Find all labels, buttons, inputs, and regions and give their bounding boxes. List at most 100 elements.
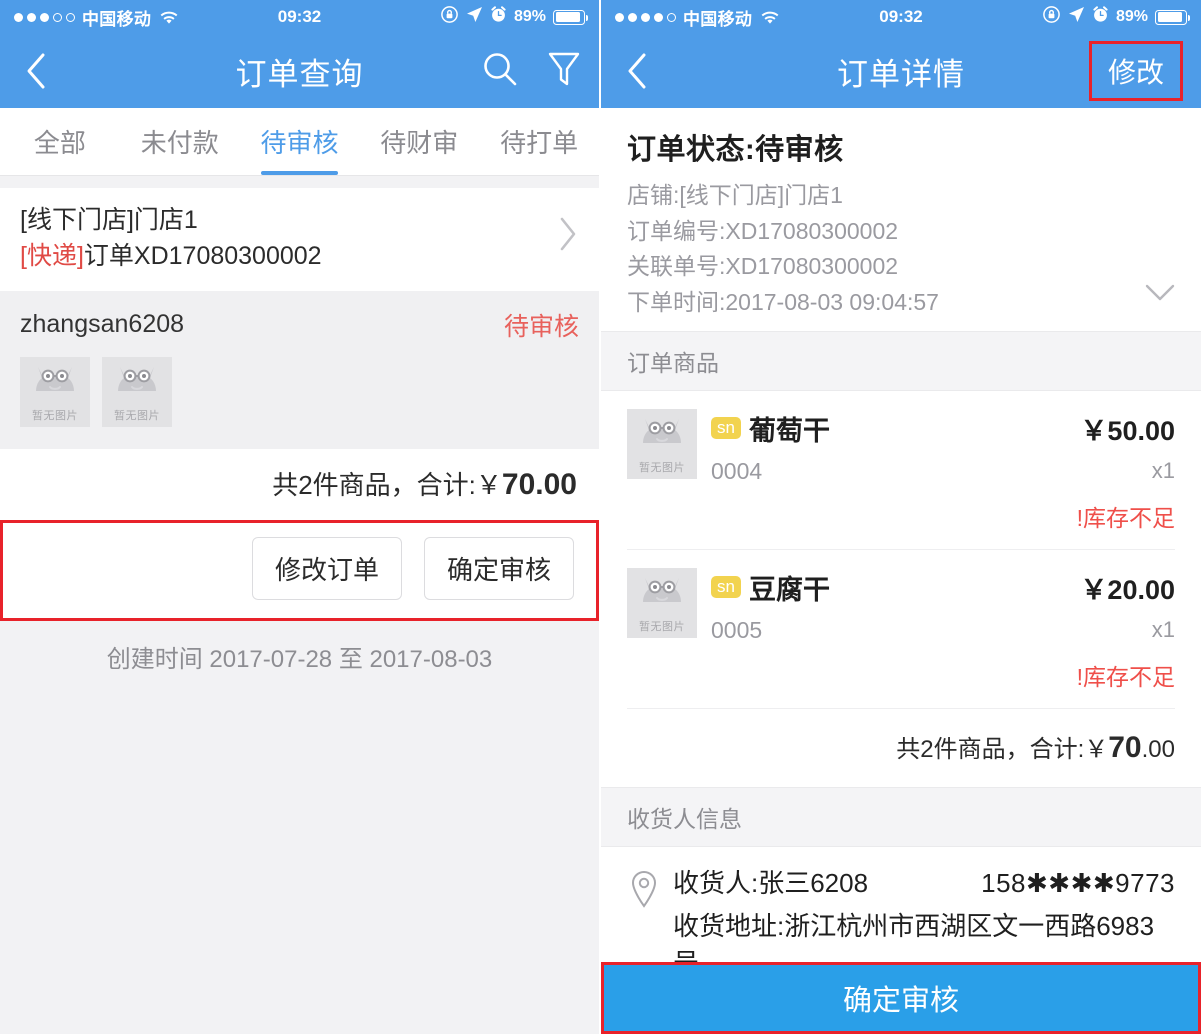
goods-total-prefix: 共2件商品，合计:￥: [896, 735, 1109, 763]
placeholder-face-icon: [627, 574, 697, 608]
chevron-right-icon[interactable]: [547, 216, 579, 260]
tab-label: 待财审: [380, 128, 459, 158]
confirm-review-cta-button[interactable]: 确定审核: [604, 965, 1198, 1031]
signal-strength-icon: [615, 12, 676, 22]
nav-actions: 修改: [1088, 41, 1183, 101]
goods-stock-warning: !库存不足: [1076, 504, 1175, 531]
goods-total-summary: 共2件商品，合计:￥70.00: [601, 709, 1201, 787]
status-bar-left: 中国移动 09:32 89%: [0, 0, 599, 34]
tab-unpaid[interactable]: 未付款: [120, 108, 240, 175]
nav-actions: [481, 50, 581, 93]
goods-price-block: ￥20.00 x1: [1080, 568, 1175, 644]
tab-label: 待打单: [500, 128, 579, 158]
alarm-clock-icon: [1092, 6, 1109, 28]
meta-related-number: 关联单号:XD17080300002: [627, 253, 899, 280]
rotation-lock-icon: [440, 5, 459, 29]
goods-row[interactable]: 暂无图片 sn 葡萄干 0004 ￥50.00 x1: [601, 391, 1201, 485]
no-image-placeholder-icon: 暂无图片: [627, 567, 697, 638]
alarm-clock-icon: [490, 6, 507, 28]
created-time-range: 创建时间 2017-07-28 至 2017-08-03: [0, 620, 599, 694]
order-meta-list: 店铺:[线下门店]门店1 订单编号:XD17080300002 关联单号:XD1…: [627, 178, 1175, 321]
back-button[interactable]: [619, 53, 655, 89]
order-status-tabs: 全部 未付款 待审核 待财审 待打单: [0, 108, 599, 176]
status-bar-right: 中国移动 09:32 89%: [601, 0, 1201, 34]
order-total-prefix: 共2件商品，合计:: [272, 469, 476, 500]
receiver-name-row: 收货人:张三6208 158✱✱✱✱9773: [673, 863, 1175, 900]
meta-order-number: 订单编号:XD17080300002: [627, 217, 899, 244]
sn-badge: sn: [711, 417, 741, 440]
goods-title-line: sn 葡萄干: [711, 409, 1080, 448]
receiver-phone: 158✱✱✱✱9773: [981, 867, 1175, 898]
goods-quantity: x1: [1151, 616, 1175, 642]
goods-price: ￥50.00: [1080, 415, 1175, 446]
order-actions-highlight-box: 修改订单 确定审核: [0, 519, 599, 621]
edit-order-button[interactable]: 修改订单: [251, 536, 402, 600]
order-buyer-block: zhangsan6208 待审核 暂无图片 暂无图片: [0, 290, 599, 449]
chevron-down-icon[interactable]: [1145, 278, 1175, 309]
tab-content-spacer: [0, 176, 599, 188]
filter-icon[interactable]: [547, 50, 581, 93]
product-thumbnails: 暂无图片 暂无图片: [20, 356, 579, 427]
goods-main: sn 豆腐干 0005: [697, 568, 1080, 644]
order-header[interactable]: [线下门店]门店1 [快递]订单XD17080300002: [0, 188, 599, 291]
carrier-label: 中国移动: [683, 9, 753, 29]
order-list-item[interactable]: [线下门店]门店1 [快递]订单XD17080300002 zhangsan62…: [0, 188, 599, 621]
tab-label: 未付款: [140, 128, 219, 158]
no-image-placeholder-icon: 暂无图片: [627, 408, 697, 479]
goods-name: 豆腐干: [748, 574, 830, 605]
goods-total-major: 70: [1108, 730, 1142, 764]
nav-bar-right: 订单详情 修改: [601, 34, 1201, 108]
order-action-buttons: 修改订单 确定审核: [3, 523, 596, 618]
tab-pending-review[interactable]: 待审核: [240, 108, 360, 175]
section-header-receiver: 收货人信息: [601, 786, 1201, 847]
tab-label: 全部: [33, 128, 86, 158]
list-empty-area: [0, 693, 599, 1034]
meta-order-time: 下单时间:2017-08-03 09:04:57: [627, 288, 939, 315]
order-query-screen: 中国移动 09:32 89% 订单查询 全部 未付款 待审核 待财审 待打单 […: [0, 0, 601, 1034]
goods-code: 0005: [711, 616, 763, 643]
no-image-placeholder-icon[interactable]: 暂无图片: [102, 356, 172, 427]
placeholder-face-icon: [102, 363, 172, 397]
meta-shop: 店铺:[线下门店]门店1: [627, 182, 843, 208]
no-image-placeholder-icon[interactable]: 暂无图片: [20, 356, 90, 427]
goods-quantity: x1: [1151, 457, 1175, 483]
battery-percent-label: 89%: [1115, 8, 1148, 25]
nav-bar-left: 订单查询: [0, 34, 599, 108]
tab-pending-finance[interactable]: 待财审: [359, 108, 479, 175]
back-button[interactable]: [18, 53, 54, 89]
tab-pending-print[interactable]: 待打单: [479, 108, 599, 175]
battery-icon: [1155, 9, 1190, 25]
location-arrow-icon: [466, 6, 483, 28]
sn-badge: sn: [711, 576, 741, 599]
goods-main: sn 葡萄干 0004: [697, 409, 1080, 485]
order-total-currency: ￥: [475, 469, 502, 500]
dual-screenshot-container: 中国移动 09:32 89% 订单查询 全部 未付款 待审核 待财审 待打单 […: [0, 0, 1203, 1034]
goods-price: ￥20.00: [1080, 574, 1175, 605]
buyer-row: zhangsan6208 待审核: [20, 301, 579, 357]
status-bar-right-group: 89%: [1042, 5, 1190, 29]
shop-name: [线下门店]门店1: [20, 206, 198, 234]
order-total-summary: 共2件商品，合计:￥70.00: [0, 448, 599, 520]
tab-all[interactable]: 全部: [0, 108, 120, 175]
confirm-review-button[interactable]: 确定审核: [423, 536, 574, 600]
goods-stock-warning: !库存不足: [1076, 663, 1175, 690]
express-tag: [快递]: [20, 242, 84, 271]
status-bar-left-group: 中国移动: [14, 5, 178, 30]
buyer-name: zhangsan6208: [20, 310, 185, 338]
wifi-icon: [761, 10, 779, 24]
wifi-icon: [160, 10, 178, 24]
location-pin-icon: [627, 869, 661, 908]
order-number: 订单XD17080300002: [83, 242, 322, 271]
edit-button[interactable]: 修改: [1088, 41, 1183, 101]
tab-label: 待审核: [260, 128, 339, 158]
carrier-label: 中国移动: [82, 9, 152, 29]
goods-name: 葡萄干: [748, 415, 830, 446]
bottom-cta-highlight-box: 确定审核: [601, 962, 1201, 1034]
goods-total-minor: .00: [1141, 735, 1175, 763]
order-detail-body: 订单状态:待审核 店铺:[线下门店]门店1 订单编号:XD17080300002…: [601, 108, 1201, 1034]
order-detail-screen: 中国移动 09:32 89% 订单详情 修改 订单状态:待审核 店铺:[线下门店…: [601, 0, 1201, 1034]
no-image-caption: 暂无图片: [639, 461, 685, 474]
goods-row[interactable]: 暂无图片 sn 豆腐干 0005 ￥20.00 x1: [601, 550, 1201, 644]
battery-percent-label: 89%: [513, 8, 546, 25]
search-icon[interactable]: [481, 50, 519, 93]
